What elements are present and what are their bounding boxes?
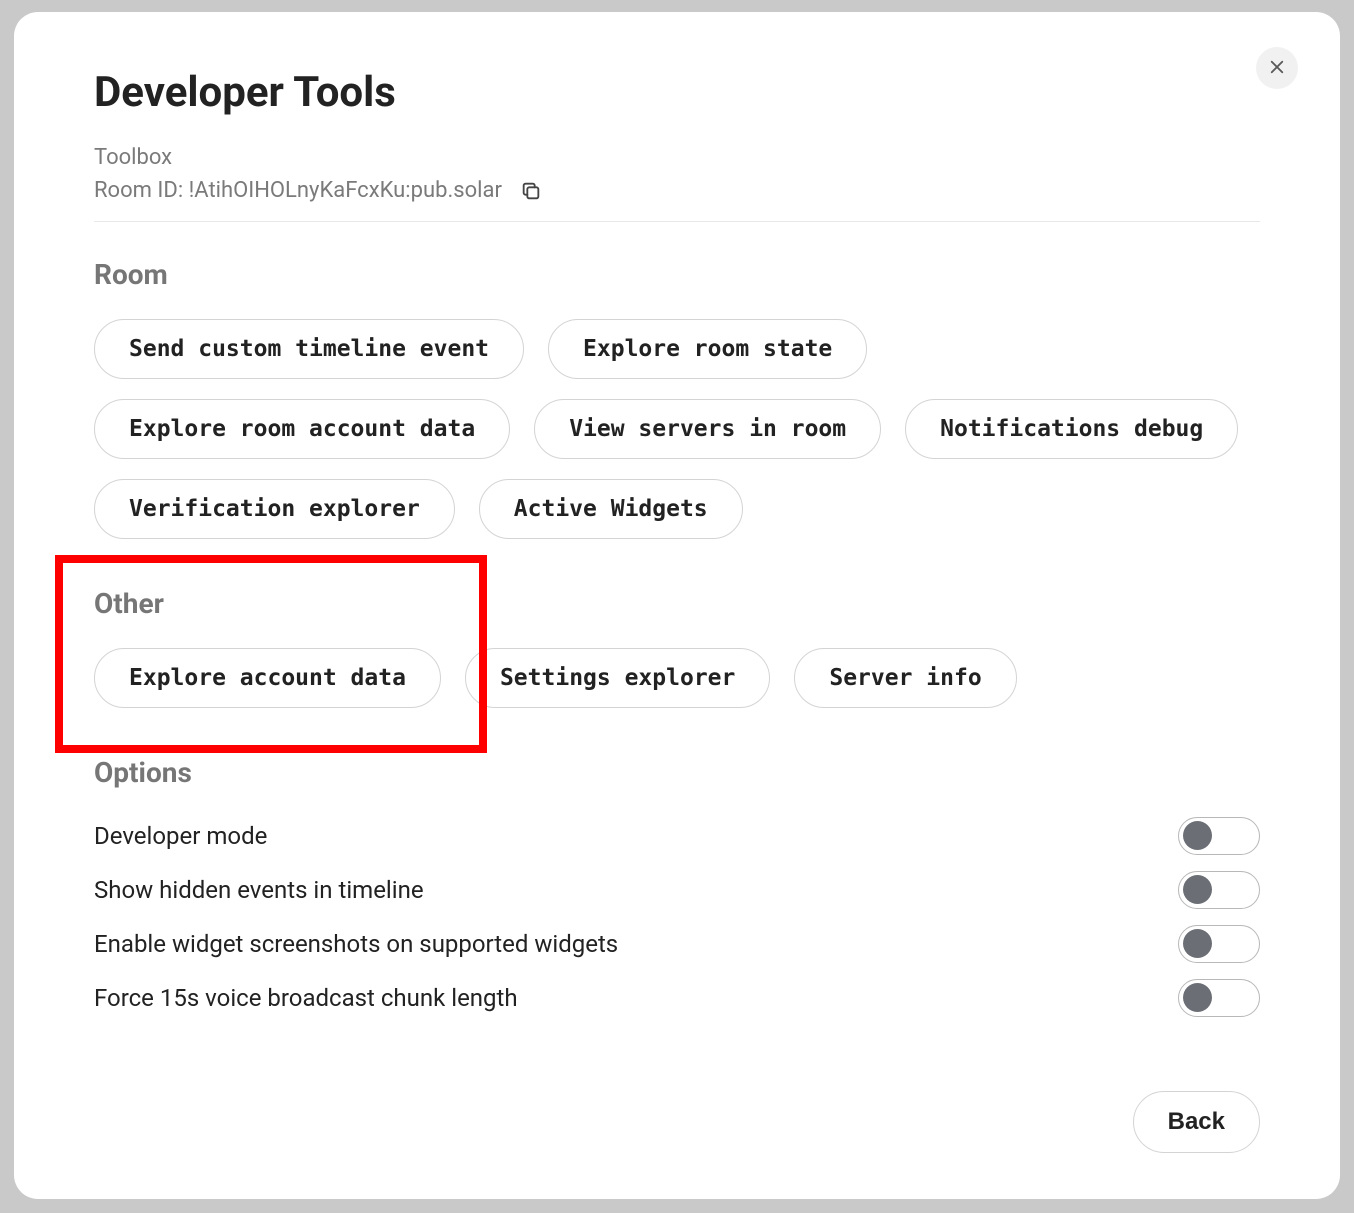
verification-explorer-button[interactable]: Verification explorer	[94, 479, 455, 539]
room-id-text: Room ID: !AtihOIHOLnyKaFcxKu:pub.solar	[94, 174, 502, 207]
option-label: Show hidden events in timeline	[94, 876, 424, 904]
toggle-developer-mode[interactable]	[1178, 817, 1260, 855]
option-label: Force 15s voice broadcast chunk length	[94, 984, 518, 1012]
section-heading-options: Options	[94, 756, 1260, 789]
explore-room-account-data-button[interactable]: Explore room account data	[94, 399, 510, 459]
explore-room-state-button[interactable]: Explore room state	[548, 319, 867, 379]
dialog-footer: Back	[1133, 1091, 1260, 1153]
dialog-subtitle-area: Toolbox Room ID: !AtihOIHOLnyKaFcxKu:pub…	[94, 141, 1260, 222]
copy-icon[interactable]	[520, 180, 542, 202]
room-buttons-group: Send custom timeline event Explore room …	[94, 319, 1260, 539]
option-row-voice-broadcast: Force 15s voice broadcast chunk length	[94, 979, 1260, 1017]
toggle-voice-broadcast[interactable]	[1178, 979, 1260, 1017]
notifications-debug-button[interactable]: Notifications debug	[905, 399, 1238, 459]
developer-tools-dialog: Developer Tools Toolbox Room ID: !AtihOI…	[14, 12, 1340, 1199]
toggle-knob	[1183, 929, 1212, 958]
toggle-knob	[1183, 821, 1212, 850]
settings-explorer-button[interactable]: Settings explorer	[465, 648, 770, 708]
server-info-button[interactable]: Server info	[794, 648, 1016, 708]
option-row-widget-screenshots: Enable widget screenshots on supported w…	[94, 925, 1260, 963]
active-widgets-button[interactable]: Active Widgets	[479, 479, 743, 539]
option-label: Enable widget screenshots on supported w…	[94, 930, 618, 958]
toggle-hidden-events[interactable]	[1178, 871, 1260, 909]
other-buttons-group: Explore account data Settings explorer S…	[94, 648, 1260, 708]
option-row-developer-mode: Developer mode	[94, 817, 1260, 855]
options-list: Developer mode Show hidden events in tim…	[94, 817, 1260, 1017]
view-servers-in-room-button[interactable]: View servers in room	[534, 399, 881, 459]
section-heading-other: Other	[94, 587, 1260, 620]
close-icon	[1268, 58, 1286, 79]
dialog-title: Developer Tools	[94, 68, 1260, 117]
send-custom-timeline-event-button[interactable]: Send custom timeline event	[94, 319, 524, 379]
toggle-knob	[1183, 983, 1212, 1012]
option-row-hidden-events: Show hidden events in timeline	[94, 871, 1260, 909]
toggle-widget-screenshots[interactable]	[1178, 925, 1260, 963]
back-button[interactable]: Back	[1133, 1091, 1260, 1153]
explore-account-data-button[interactable]: Explore account data	[94, 648, 441, 708]
section-heading-room: Room	[94, 258, 1260, 291]
toggle-knob	[1183, 875, 1212, 904]
option-label: Developer mode	[94, 822, 267, 850]
toolbox-label: Toolbox	[94, 141, 1260, 174]
close-button[interactable]	[1256, 47, 1298, 89]
